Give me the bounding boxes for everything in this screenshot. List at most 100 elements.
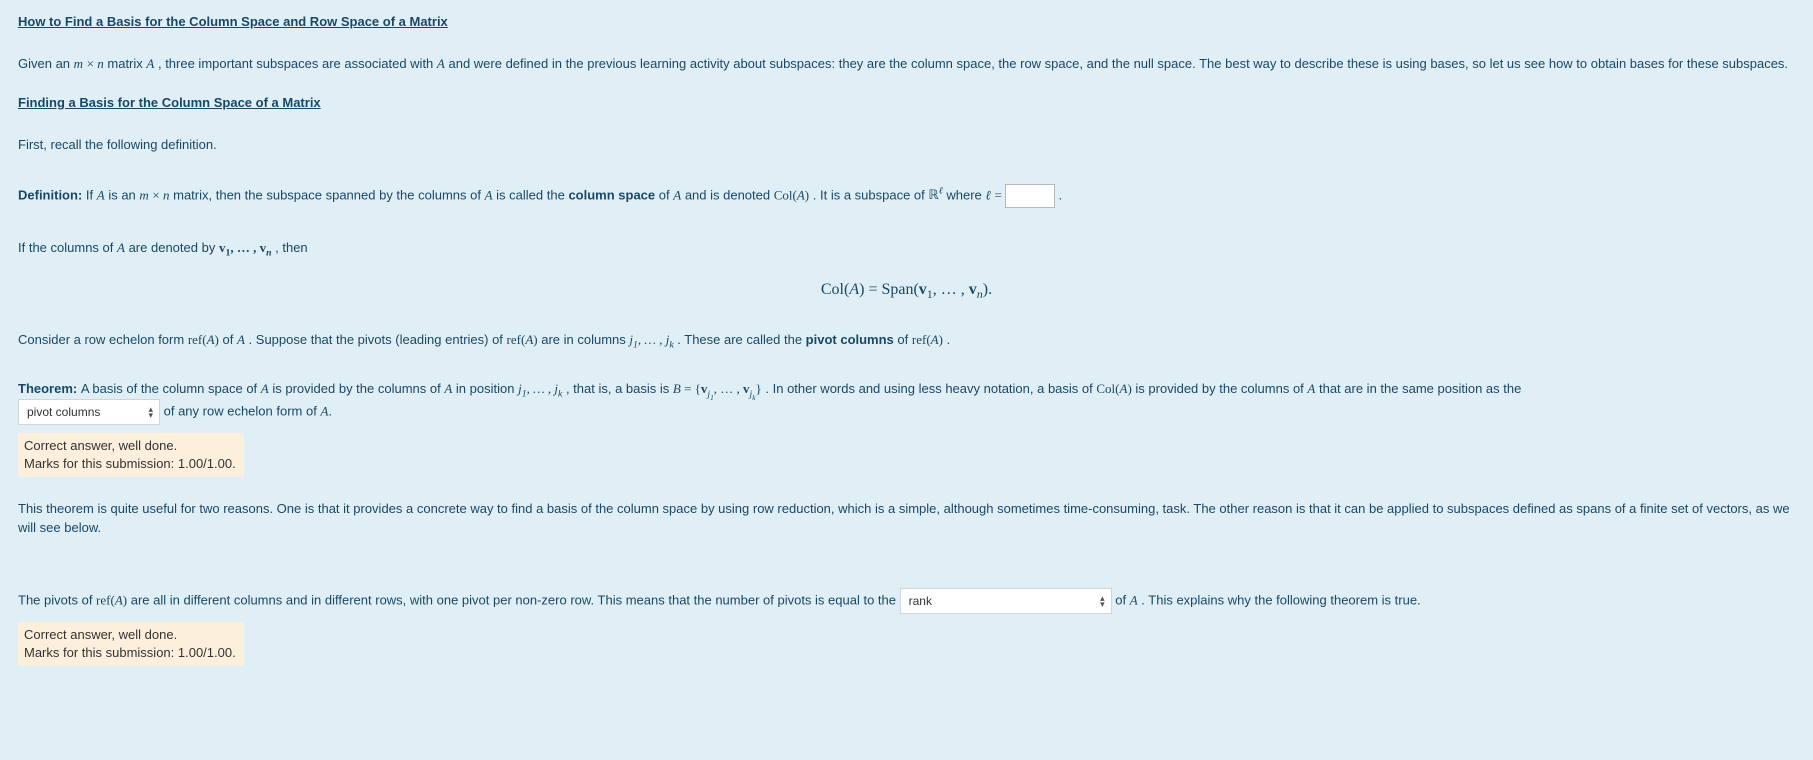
math-ell: ℓ [985,187,990,202]
text: is called the [496,187,568,202]
feedback-box: Correct answer, well done. Marks for thi… [18,433,244,477]
columns-denoted: If the columns of A are denoted by v1, …… [18,238,1795,258]
math-m: m [74,56,83,71]
text: , that is, a basis is [566,381,673,396]
ell-input[interactable] [1005,184,1055,208]
math-R-ell: ℝℓ [928,187,942,202]
text: is an [108,187,139,202]
select-arrows-icon: ▴▾ [1100,595,1105,607]
text: ). [983,281,992,298]
math-refA: ref(A) [912,332,943,347]
feedback-correct: Correct answer, well done. [24,437,236,455]
text: are in columns [541,332,629,347]
math-A: A [444,381,452,396]
text: of any row echelon form of [164,403,321,418]
math-times: × [152,187,163,202]
select-arrows-icon: ▴▾ [148,406,153,418]
recall-line: First, recall the following definition. [18,135,1795,155]
text: . [1059,187,1063,202]
text: . This explains why the following theore… [1141,592,1420,607]
math-refA: ref(A) [507,332,538,347]
math-j-list: j1, … , jk [518,381,562,396]
text: The pivots of [18,592,96,607]
text: Consider a row echelon form [18,332,188,347]
math-A: A [1130,592,1138,607]
text: of [1115,592,1129,607]
math-m: m [139,187,148,202]
page-title: How to Find a Basis for the Column Space… [18,12,1795,32]
eq-col: Col(A) = Span(v1, … , vn). [821,281,992,298]
math-ColA: Col(A) [1096,381,1131,396]
intro-paragraph: Given an m × n matrix A , three importan… [18,54,1795,74]
term-pivot-columns: pivot columns [806,332,894,347]
pivots-paragraph: The pivots of ref(A) are all in differen… [18,588,1795,666]
text: are all in different columns and in diff… [131,592,900,607]
text: matrix [107,56,146,71]
text: . In other words and using less heavy no… [765,381,1096,396]
math-A: A [261,381,269,396]
theorem-block: Theorem: A basis of the column space of … [18,379,1795,477]
feedback-marks: Marks for this submission: 1.00/1.00. [24,644,236,662]
text: . Suppose that the pivots (leading entri… [249,332,507,347]
text: Col( [821,281,849,298]
math-A: A [485,187,493,202]
text: If [86,187,97,202]
text: If the columns of [18,240,117,255]
math-refA: ref(A) [96,592,127,607]
consider-paragraph: Consider a row echelon form ref(A) of A … [18,330,1795,350]
feedback-box: Correct answer, well done. Marks for thi… [18,622,244,666]
useful-paragraph: This theorem is quite useful for two rea… [18,499,1795,538]
text: , three important subspaces are associat… [158,56,437,71]
math-ColA: Col(A) [774,187,809,202]
math-A: A [97,187,105,202]
text: in position [456,381,518,396]
centered-equation: Col(A) = Span(v1, … , vn). [18,278,1795,302]
document-body: How to Find a Basis for the Column Space… [0,0,1813,728]
theorem-label: Theorem: [18,381,81,396]
text: and is denoted [685,187,774,202]
text: that are in the same position as the [1319,381,1521,396]
math-A: A [437,56,445,71]
text: is provided by the columns of [1135,381,1307,396]
math-A: A [1307,381,1315,396]
section-heading: Finding a Basis for the Column Space of … [18,93,1795,113]
text: where [946,187,985,202]
text: ) = Span( [859,281,919,298]
math-j1-jk: j1, … , jk [629,332,673,347]
text: of [897,332,911,347]
math-B-eq: B = {vj1, … , vjk} [673,381,762,396]
feedback-correct: Correct answer, well done. [24,626,236,644]
select-value: rank [909,594,932,608]
definition-label: Definition: [18,187,86,202]
text: Given an [18,56,74,71]
text: . It is a subspace of [813,187,929,202]
select-value: pivot columns [27,405,100,419]
text: of [223,332,237,347]
math-A: A [673,187,681,202]
text: are denoted by [129,240,219,255]
rank-select[interactable]: rank ▴▾ [900,588,1112,614]
text: . [947,332,951,347]
text: matrix, then the subspace spanned by the… [173,187,484,202]
math-v1-vn: v1, … , vn [219,240,272,255]
text: , then [275,240,308,255]
text: . These are called the [677,332,805,347]
math-A: A [237,332,245,347]
math-A: A [117,240,125,255]
definition-block: Definition: If A is an m × n matrix, the… [18,184,1795,208]
text: is provided by the columns of [272,381,444,396]
pivot-columns-select[interactable]: pivot columns ▴▾ [18,399,160,425]
math-eq: = [994,187,1005,202]
math-A: A [849,281,859,298]
math-n: n [97,56,104,71]
feedback-marks: Marks for this submission: 1.00/1.00. [24,455,236,473]
math-refA: ref(A) [188,332,219,347]
term-column-space: column space [568,187,655,202]
math-n: n [163,187,170,202]
math-times: × [87,56,98,71]
math-A: A [146,56,154,71]
text: A basis of the column space of [81,381,261,396]
text: of [659,187,673,202]
text: and were defined in the previous learnin… [448,56,1788,71]
text: . [328,403,332,418]
